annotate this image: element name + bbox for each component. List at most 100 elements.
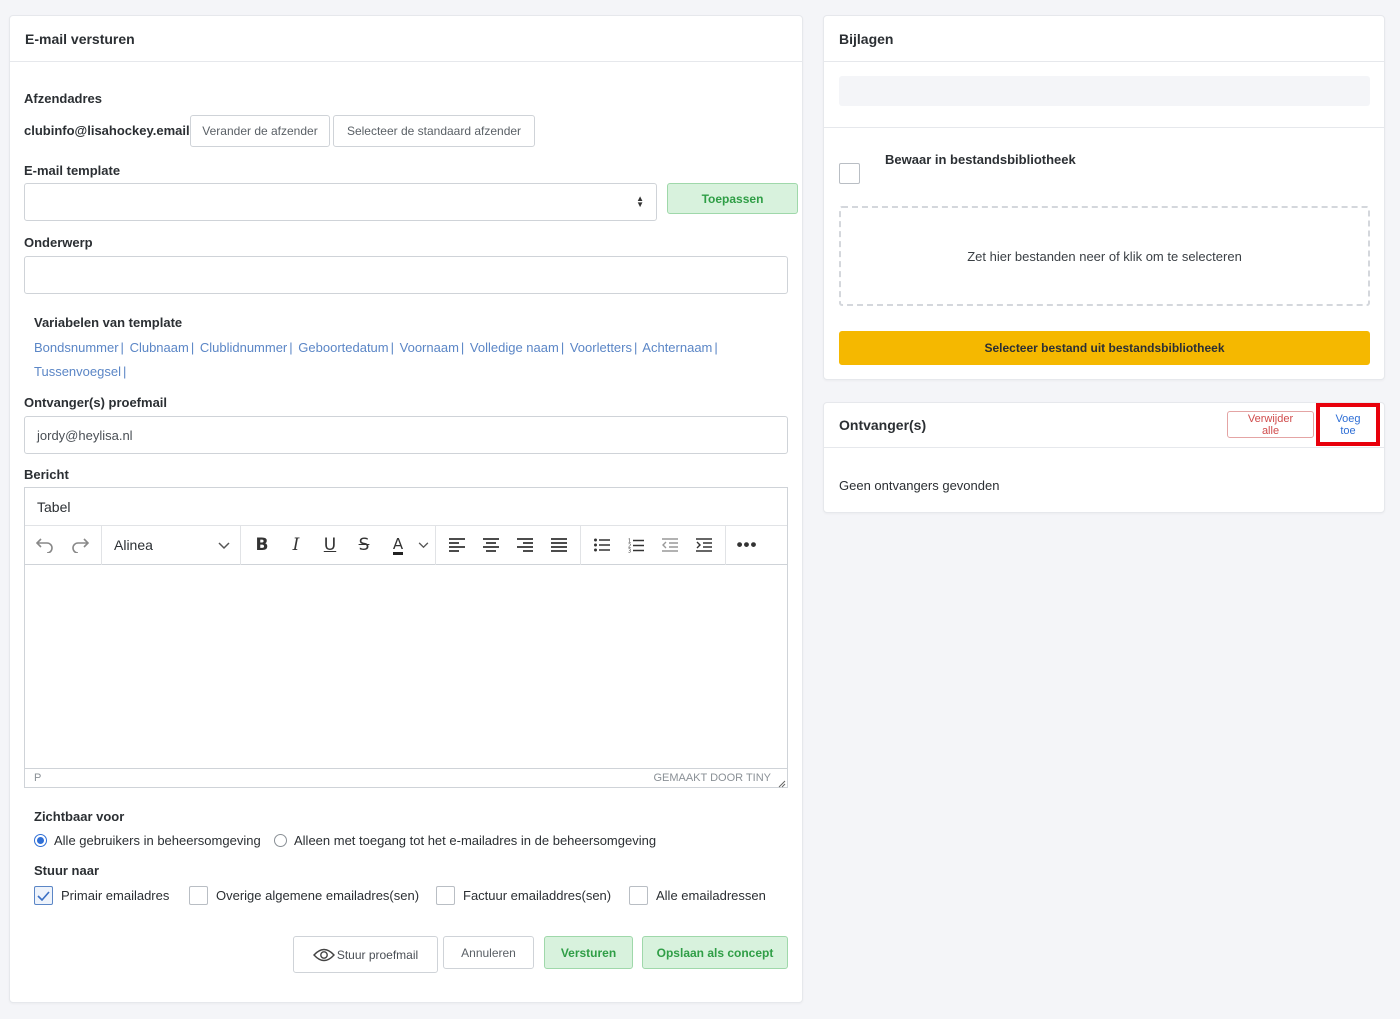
- visible-option-all[interactable]: Alle gebruikers in beheersomgeving: [34, 833, 261, 848]
- variable-link[interactable]: Voorletters: [570, 340, 632, 355]
- variable-link[interactable]: Bondsnummer: [34, 340, 119, 355]
- variable-link[interactable]: Tussenvoegsel: [34, 364, 121, 379]
- editor-toolbar: Alinea B I U S A 123 •••: [25, 526, 787, 565]
- variable-link[interactable]: Geboortedatum: [298, 340, 388, 355]
- recipients-empty-text: Geen ontvangers gevonden: [839, 478, 1000, 493]
- bullet-list-icon[interactable]: [587, 526, 617, 564]
- send-to-invoice[interactable]: Factuur emailaddres(sen): [436, 886, 611, 905]
- apply-template-button[interactable]: Toepassen: [667, 183, 798, 214]
- underline-icon[interactable]: U: [315, 526, 345, 564]
- checkbox[interactable]: [189, 886, 208, 905]
- svg-text:3: 3: [628, 548, 631, 553]
- variables-list: Bondsnummer | Clubnaam | Clublidnummer | Ge…: [34, 340, 718, 379]
- send-to-primary[interactable]: Primair emailadres: [34, 886, 169, 905]
- visible-option-label: Alleen met toegang tot het e-mailadres i…: [294, 833, 657, 848]
- checkbox[interactable]: [436, 886, 455, 905]
- attachments-list: [839, 76, 1370, 106]
- align-left-icon[interactable]: [442, 526, 472, 564]
- undo-icon[interactable]: [30, 526, 60, 564]
- resize-handle-icon[interactable]: [776, 776, 786, 788]
- align-center-icon[interactable]: [476, 526, 506, 564]
- eye-icon: [312, 948, 335, 962]
- save-draft-button[interactable]: Opslaan als concept: [642, 936, 788, 969]
- radio-button[interactable]: [274, 834, 287, 847]
- template-select[interactable]: ▲ ▼: [24, 183, 657, 221]
- select-from-library-button[interactable]: Selecteer bestand uit bestandsbibliothee…: [839, 331, 1370, 365]
- variable-link[interactable]: Voornaam: [400, 340, 459, 355]
- send-to-option-label: Alle emailadressen: [656, 888, 766, 903]
- checkbox[interactable]: [629, 886, 648, 905]
- save-library-checkbox[interactable]: [839, 163, 860, 184]
- remove-all-recipients-button[interactable]: Verwijder alle: [1227, 411, 1314, 438]
- attachments-title: Bijlagen: [824, 16, 1384, 62]
- test-recipient-input[interactable]: jordy@heylisa.nl: [24, 416, 788, 454]
- menu-table[interactable]: Tabel: [37, 499, 70, 515]
- message-label: Bericht: [24, 467, 69, 482]
- select-arrows-icon: ▲ ▼: [636, 194, 644, 209]
- file-dropzone[interactable]: Zet hier bestanden neer of klik om te se…: [839, 206, 1370, 306]
- toolbar-divider: [725, 526, 726, 565]
- tiny-branding[interactable]: GEMAAKT DOOR TINY: [653, 772, 771, 784]
- rich-text-editor: Tabel Alinea B I U S A 123 ••• P GEMAAKT…: [24, 487, 788, 788]
- subject-label: Onderwerp: [24, 235, 93, 250]
- toolbar-divider: [240, 526, 241, 565]
- chevron-down-icon[interactable]: [408, 526, 438, 564]
- send-test-mail-button[interactable]: Stuur proefmail: [293, 936, 438, 973]
- change-sender-button[interactable]: Verander de afzender: [190, 115, 330, 147]
- add-recipient-button[interactable]: Voeg toe: [1320, 411, 1376, 438]
- send-to-option-label: Factuur emailaddres(sen): [463, 888, 612, 903]
- variable-link[interactable]: Achternaam: [642, 340, 712, 355]
- save-library-label: Bewaar in bestandsbibliotheek: [885, 152, 1076, 167]
- recipients-title: Ontvanger(s): [839, 417, 927, 433]
- numbered-list-icon[interactable]: 123: [621, 526, 651, 564]
- chevron-down-icon: [218, 537, 230, 553]
- editor-content-area[interactable]: [25, 565, 787, 768]
- send-to-label: Stuur naar: [34, 863, 100, 878]
- bold-icon[interactable]: B: [247, 526, 277, 564]
- redo-icon[interactable]: [65, 526, 95, 564]
- outdent-icon[interactable]: [655, 526, 685, 564]
- align-justify-icon[interactable]: [544, 526, 574, 564]
- sender-address: clubinfo@lisahockey.email: [24, 123, 190, 138]
- test-recipient-label: Ontvanger(s) proefmail: [24, 395, 168, 410]
- toolbar-divider: [580, 526, 581, 565]
- divider: [824, 127, 1384, 128]
- more-icon[interactable]: •••: [732, 526, 762, 564]
- checkbox[interactable]: [34, 886, 53, 905]
- cancel-button[interactable]: Annuleren: [443, 936, 534, 969]
- default-sender-button[interactable]: Selecteer de standaard afzender: [333, 115, 535, 147]
- align-right-icon[interactable]: [510, 526, 540, 564]
- indent-icon[interactable]: [689, 526, 719, 564]
- status-path: P: [34, 771, 42, 784]
- toolbar-divider: [435, 526, 436, 565]
- block-format-value: Alinea: [114, 537, 153, 553]
- block-format-dropdown[interactable]: Alinea: [102, 526, 240, 564]
- send-to-other[interactable]: Overige algemene emailadres(sen): [189, 886, 419, 905]
- dropzone-text: Zet hier bestanden neer of klik om te se…: [967, 248, 1242, 264]
- email-compose-title: E-mail versturen: [10, 16, 802, 62]
- template-label: E-mail template: [24, 163, 121, 178]
- email-compose-card: E-mail versturen Afzendadres clubinfo@li…: [9, 15, 803, 1003]
- strikethrough-icon[interactable]: S: [349, 526, 379, 564]
- variables-label: Variabelen van template: [34, 315, 183, 330]
- radio-button[interactable]: [34, 834, 47, 847]
- send-button[interactable]: Versturen: [544, 936, 633, 969]
- checkmark-icon: [37, 890, 50, 901]
- variable-link[interactable]: Clublidnummer: [200, 340, 287, 355]
- italic-icon[interactable]: I: [281, 526, 311, 564]
- send-test-mail-label: Stuur proefmail: [336, 947, 419, 962]
- send-to-option-label: Overige algemene emailadres(sen): [216, 888, 420, 903]
- visible-option-restricted[interactable]: Alleen met toegang tot het e-mailadres i…: [274, 833, 656, 848]
- send-to-all[interactable]: Alle emailadressen: [629, 886, 766, 905]
- attachments-card: Bijlagen Bewaar in bestandsbibliotheek Z…: [823, 15, 1385, 380]
- send-to-option-label: Primair emailadres: [61, 888, 170, 903]
- recipients-card: Ontvanger(s) Verwijder alle Voeg toe Gee…: [823, 402, 1385, 513]
- subject-input[interactable]: [24, 256, 788, 294]
- sender-label: Afzendadres: [24, 91, 103, 106]
- variable-link[interactable]: Volledige naam: [470, 340, 559, 355]
- editor-menubar: Tabel: [25, 488, 787, 526]
- editor-statusbar: P GEMAAKT DOOR TINY: [25, 768, 787, 786]
- visible-for-label: Zichtbaar voor: [34, 809, 125, 824]
- visible-option-label: Alle gebruikers in beheersomgeving: [54, 833, 261, 848]
- variable-link[interactable]: Clubnaam: [130, 340, 189, 355]
